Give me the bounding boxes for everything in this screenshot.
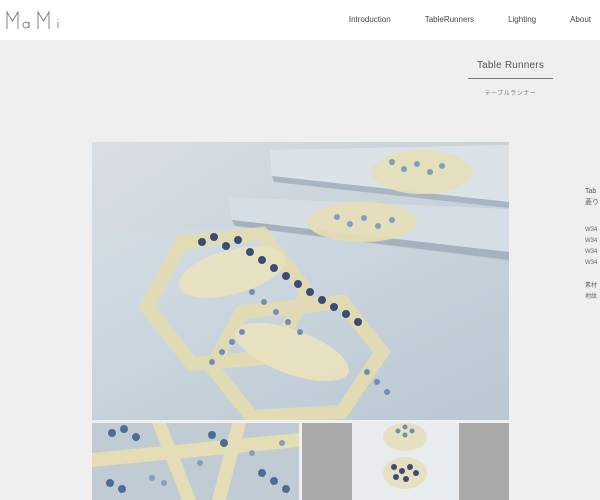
runner-flat-illustration xyxy=(302,423,509,500)
size-line: W34 xyxy=(585,238,598,244)
product-title: Tab xyxy=(585,188,597,195)
section-title: Table Runners xyxy=(476,60,545,71)
material-label: 素材 xyxy=(585,283,598,289)
product-subtitle: 菱り xyxy=(585,199,599,206)
runner-closeup-photo[interactable] xyxy=(92,423,299,500)
size-line: W34 xyxy=(585,249,598,255)
nav-item-lighting[interactable]: Lighting xyxy=(508,15,536,24)
nav-item-introduction[interactable]: Introduction xyxy=(349,15,391,24)
pattern-label: 地紋 xyxy=(585,294,598,300)
main-nav: Introduction TableRunners Lighting About xyxy=(349,15,591,24)
table-runner-photo[interactable] xyxy=(92,142,509,420)
product-info: Tab 菱り W34 W34 W34 W34 素材 地紋 xyxy=(585,186,600,303)
runner-closeup-illustration xyxy=(92,423,299,500)
nav-item-about[interactable]: About xyxy=(570,15,591,24)
table-runner-illustration xyxy=(92,142,509,420)
section-subtitle: テーブルランナー xyxy=(484,91,537,97)
nav-item-tablerunners[interactable]: TableRunners xyxy=(425,15,474,24)
section-divider xyxy=(468,78,553,79)
brand-logo[interactable] xyxy=(6,9,68,31)
section-header: Table Runners テーブルランナー xyxy=(468,60,553,97)
size-line: W34 xyxy=(585,260,598,266)
top-header: Introduction TableRunners Lighting About xyxy=(0,0,600,40)
runner-flat-photo[interactable] xyxy=(302,423,509,500)
size-line: W34 xyxy=(585,227,598,233)
brand-logo-mark xyxy=(6,10,59,29)
